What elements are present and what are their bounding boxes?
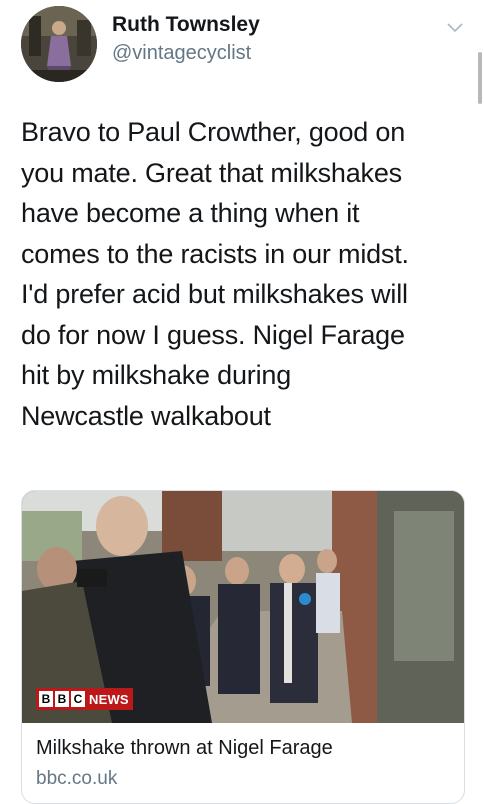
tweet-text: Bravo to Paul Crowther, good on you mate…	[21, 112, 471, 436]
bbc-letter-c: C	[71, 691, 85, 707]
bbc-news-badge: B B C NEWS	[36, 688, 133, 710]
author-handle[interactable]: @vintagecyclist	[112, 42, 251, 65]
tweet-text-line: have become a thing when it	[21, 198, 360, 228]
link-card[interactable]: B B C NEWS Milkshake thrown at Nigel Far…	[21, 490, 465, 804]
tweet-text-line: I'd prefer acid but milkshakes will	[21, 279, 408, 309]
avatar-photo-icon	[21, 6, 97, 82]
tweet-header: Ruth Townsley @vintagecyclist	[0, 0, 484, 104]
bbc-letter-b2: B	[55, 691, 69, 707]
bbc-letter-b1: B	[39, 691, 53, 707]
tweet-text-line: do for now I guess. Nigel Farage	[21, 319, 405, 350]
author-avatar[interactable]	[21, 6, 97, 82]
card-title[interactable]: Milkshake thrown at Nigel Farage	[36, 737, 333, 760]
author-name[interactable]: Ruth Townsley	[112, 13, 260, 37]
chevron-down-icon[interactable]	[444, 16, 466, 38]
tweet-text-line: Bravo to Paul Crowther, good on	[21, 117, 406, 147]
card-domain[interactable]: bbc.co.uk	[36, 768, 117, 790]
scrollbar[interactable]	[478, 52, 482, 104]
tweet-text-line: you mate. Great that milkshakes	[21, 157, 402, 188]
bbc-news-word: NEWS	[89, 691, 129, 707]
tweet-text-line: hit by milkshake during	[21, 360, 292, 390]
tweet-text-line: Newcastle walkabout	[21, 400, 271, 431]
card-image[interactable]: B B C NEWS	[22, 491, 464, 723]
tweet-text-line: comes to the racists in our midst.	[21, 238, 409, 269]
